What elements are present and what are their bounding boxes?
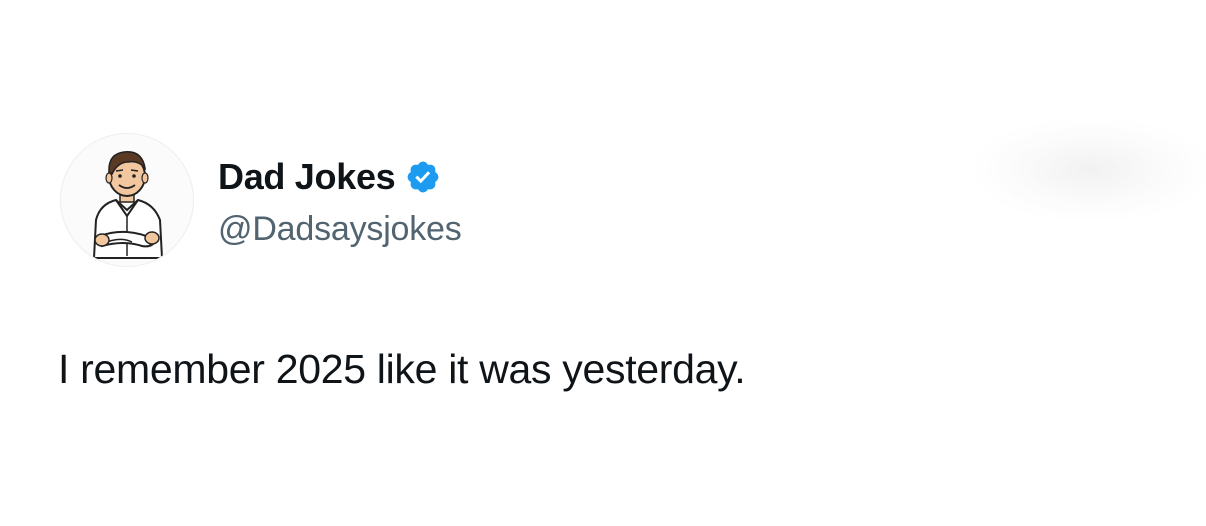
tweet-text: I remember 2025 like it was yesterday. xyxy=(58,346,746,392)
tweet-header: Dad Jokes @Dadsaysjokes xyxy=(60,133,462,267)
cartoon-dad-avatar-icon xyxy=(92,151,164,259)
tweet-card: Dad Jokes @Dadsaysjokes I remember 2025 … xyxy=(0,0,1206,526)
name-row: Dad Jokes xyxy=(218,152,462,202)
avatar[interactable] xyxy=(60,133,194,267)
author-identity: Dad Jokes @Dadsaysjokes xyxy=(218,152,462,249)
handle[interactable]: @Dadsaysjokes xyxy=(218,210,462,249)
display-name[interactable]: Dad Jokes xyxy=(218,156,396,198)
verified-badge-icon[interactable] xyxy=(405,159,441,195)
blurred-region xyxy=(975,120,1206,220)
